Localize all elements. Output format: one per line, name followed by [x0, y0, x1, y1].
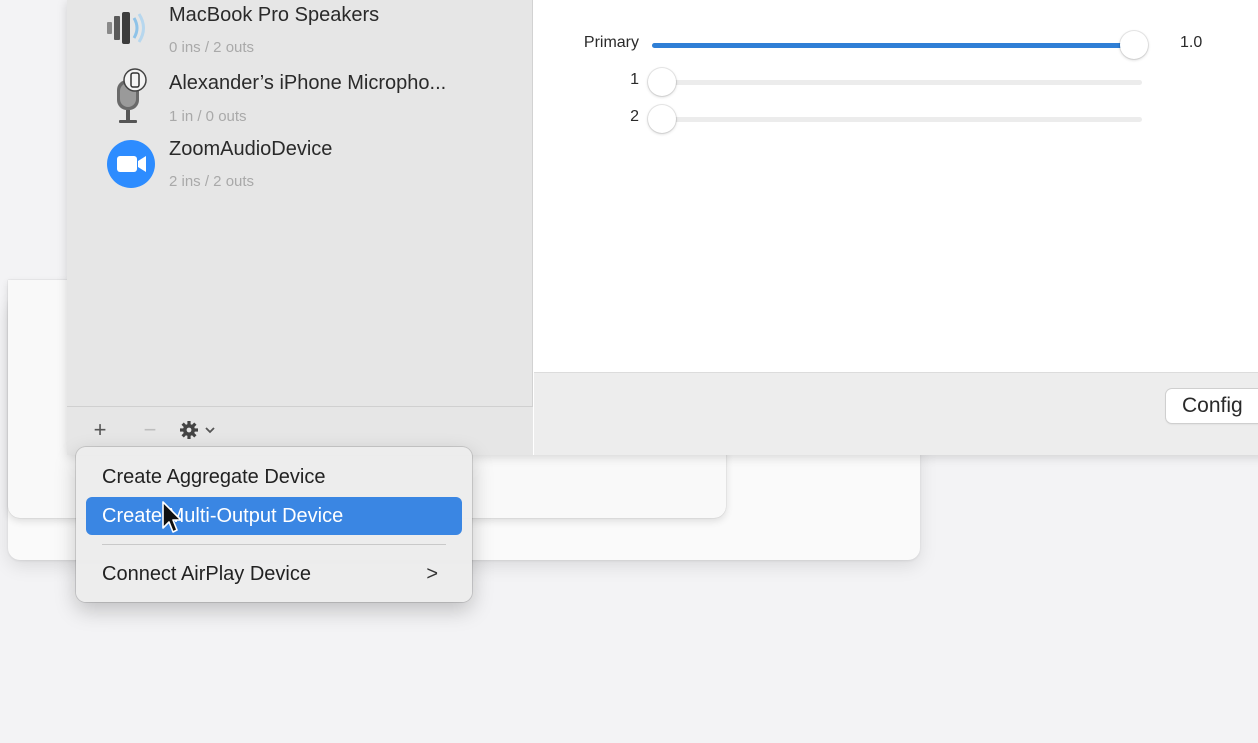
audio-midi-setup-window: MacBook Pro Speakers 0 ins / 2 outs Alex…	[67, 0, 1258, 455]
volume-slider-knob[interactable]	[648, 105, 676, 133]
channel-label: 2	[630, 108, 639, 125]
device-name: MacBook Pro Speakers	[169, 4, 380, 26]
content-footer: Config	[534, 372, 1258, 455]
volume-slider-knob[interactable]	[648, 68, 676, 96]
menu-item-create-multi-output-device[interactable]: Create Multi-Output Device	[86, 497, 462, 535]
volume-slider-track[interactable]	[648, 68, 1142, 96]
volume-slider-track[interactable]	[652, 31, 1148, 59]
volume-value: 1.0	[1180, 34, 1203, 51]
device-name: Alexander’s iPhone Micropho...	[169, 72, 447, 94]
device-io: 0 ins / 2 outs	[169, 39, 255, 56]
device-actions-menu-button[interactable]	[175, 417, 223, 443]
iphone-microphone-icon	[105, 66, 157, 123]
volume-panel: Primary 1.0 1 2	[534, 0, 1258, 372]
device-item-zoom-audio[interactable]: ZoomAudioDevice 2 ins / 2 outs	[67, 132, 533, 198]
device-item-iphone-microphone[interactable]: Alexander’s iPhone Micropho... 1 in / 0 …	[67, 66, 533, 132]
volume-slider-knob[interactable]	[1120, 31, 1148, 59]
volume-slider-track[interactable]	[648, 105, 1142, 133]
volume-row-primary: Primary 1.0	[534, 28, 1258, 64]
volume-row-channel-1: 1	[534, 65, 1258, 101]
chevron-down-icon	[205, 427, 215, 434]
menu-item-connect-airplay-device[interactable]: Connect AirPlay Device >	[86, 555, 462, 593]
menu-item-create-aggregate-device[interactable]: Create Aggregate Device	[86, 458, 462, 496]
zoom-icon	[105, 138, 157, 190]
add-device-button[interactable]: +	[87, 417, 113, 443]
channel-label: Primary	[583, 34, 639, 51]
menu-separator	[102, 544, 446, 545]
volume-row-channel-2: 2	[534, 102, 1258, 138]
submenu-chevron-icon: >	[426, 563, 438, 585]
configure-speakers-button[interactable]: Config	[1166, 389, 1258, 423]
add-device-menu: Create Aggregate Device Create Multi-Out…	[76, 447, 472, 602]
menu-item-label: Connect AirPlay Device	[102, 563, 311, 585]
remove-device-button[interactable]: −	[137, 417, 163, 443]
mouse-pointer-icon	[162, 501, 182, 533]
device-sidebar: MacBook Pro Speakers 0 ins / 2 outs Alex…	[67, 0, 533, 455]
screen: MacBook Pro Speakers 0 ins / 2 outs Alex…	[0, 0, 1258, 743]
device-io: 2 ins / 2 outs	[169, 173, 255, 190]
device-io: 1 in / 0 outs	[169, 108, 247, 125]
volume-slider-fill	[652, 43, 1142, 48]
device-name: ZoomAudioDevice	[169, 138, 333, 160]
speaker-icon	[105, 8, 157, 60]
gear-icon	[180, 421, 215, 439]
channel-label: 1	[630, 71, 639, 88]
device-item-macbook-speakers[interactable]: MacBook Pro Speakers 0 ins / 2 outs	[67, 0, 533, 66]
